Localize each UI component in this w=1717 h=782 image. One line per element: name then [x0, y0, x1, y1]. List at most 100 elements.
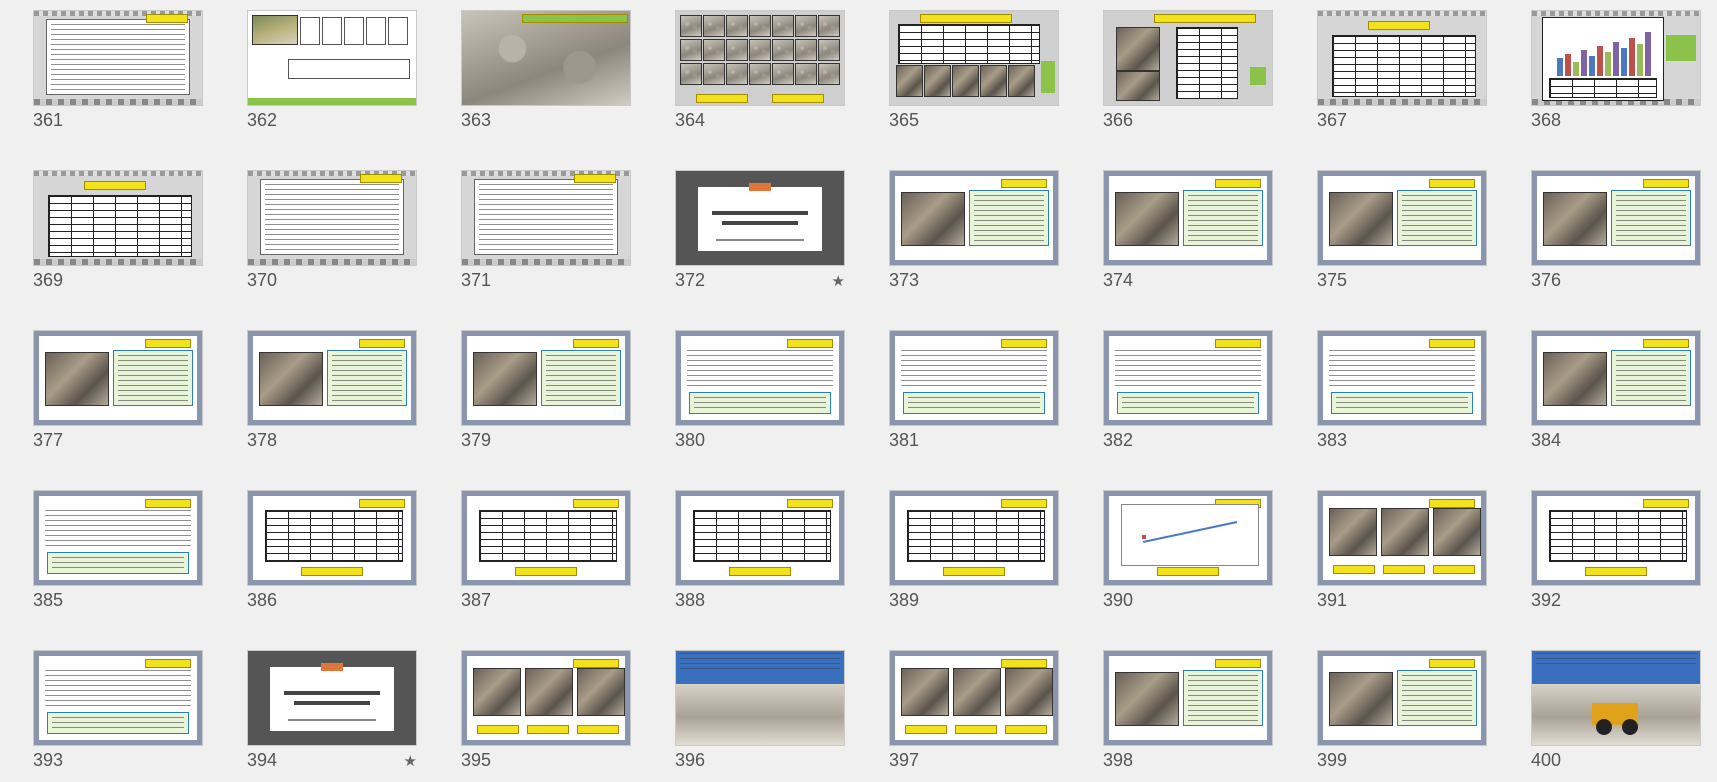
slide-preview[interactable]	[675, 490, 845, 586]
slide-thumbnail-372[interactable]: 372 ★	[675, 170, 847, 302]
slide-preview[interactable]	[1103, 170, 1273, 266]
title-card	[698, 183, 822, 251]
slide-preview[interactable]	[1103, 490, 1273, 586]
slide-preview[interactable]	[33, 650, 203, 746]
bottom-stripes	[1318, 99, 1486, 105]
slide-thumbnail-382[interactable]: 382	[1103, 330, 1275, 462]
slide-preview[interactable]	[1103, 650, 1273, 746]
slide-preview[interactable]	[247, 170, 417, 266]
slide-preview[interactable]	[1317, 650, 1487, 746]
slide-thumbnail-379[interactable]: 379	[461, 330, 633, 462]
slide-thumbnail-370[interactable]: 370	[247, 170, 419, 302]
slide-thumbnail-371[interactable]: 371	[461, 170, 633, 302]
slide-preview[interactable]	[889, 330, 1059, 426]
slide-preview[interactable]	[1103, 330, 1273, 426]
slide-thumbnail-364[interactable]: 364	[675, 10, 847, 142]
slide-thumbnail-384[interactable]: 384	[1531, 330, 1703, 462]
slide-thumbnail-378[interactable]: 378	[247, 330, 419, 462]
slide-thumbnail-369[interactable]: 369	[33, 170, 205, 302]
slide-preview[interactable]	[1317, 10, 1487, 106]
slide-preview[interactable]	[1531, 170, 1701, 266]
slide-body	[1323, 176, 1481, 260]
slide-number: 400	[1531, 750, 1562, 770]
text-box	[46, 19, 190, 95]
slide-preview[interactable]	[33, 170, 203, 266]
slide-thumbnail-394[interactable]: 394 ★	[247, 650, 419, 782]
slide-preview[interactable]	[675, 650, 845, 746]
slide-thumbnail-362[interactable]: 362	[247, 10, 419, 142]
slide-number: 364	[675, 110, 706, 130]
slide-thumbnail-387[interactable]: 387	[461, 490, 633, 622]
slide-preview[interactable]	[1531, 490, 1701, 586]
slide-thumbnail-390[interactable]: 390	[1103, 490, 1275, 622]
slide-preview[interactable]	[889, 170, 1059, 266]
slide-thumbnail-395[interactable]: 395	[461, 650, 633, 782]
slide-thumbnail-398[interactable]: 398	[1103, 650, 1275, 782]
slide-thumbnail-385[interactable]: 385	[33, 490, 205, 622]
slide-thumbnail-373[interactable]: 373	[889, 170, 1061, 302]
slide-thumbnail-380[interactable]: 380	[675, 330, 847, 462]
slide-preview[interactable]	[1531, 330, 1701, 426]
slide-photo	[901, 192, 965, 246]
slide-preview[interactable]	[675, 170, 845, 266]
slide-body	[895, 656, 1053, 740]
slide-thumbnail-374[interactable]: 374	[1103, 170, 1275, 302]
slide-preview[interactable]	[461, 650, 631, 746]
slide-thumbnail-389[interactable]: 389	[889, 490, 1061, 622]
slide-thumbnail-391[interactable]: 391	[1317, 490, 1489, 622]
slide-preview[interactable]	[247, 650, 417, 746]
slide-thumbnail-393[interactable]: 393	[33, 650, 205, 782]
caption-label	[301, 567, 363, 576]
slide-preview[interactable]	[1317, 170, 1487, 266]
slide-thumbnail-388[interactable]: 388	[675, 490, 847, 622]
slide-preview[interactable]	[675, 330, 845, 426]
slide-thumbnail-361[interactable]: 361	[33, 10, 205, 142]
slide-preview[interactable]	[1317, 330, 1487, 426]
slide-preview[interactable]	[33, 330, 203, 426]
slide-preview[interactable]	[33, 490, 203, 586]
slide-thumbnail-396[interactable]: 396	[675, 650, 847, 782]
slide-preview[interactable]	[1317, 490, 1487, 586]
top-stripes	[1318, 11, 1486, 16]
slide-preview[interactable]	[461, 10, 631, 106]
text-box	[1183, 190, 1263, 246]
slide-thumbnail-376[interactable]: 376	[1531, 170, 1703, 302]
slide-thumbnail-375[interactable]: 375	[1317, 170, 1489, 302]
slide-thumbnail-383[interactable]: 383	[1317, 330, 1489, 462]
slide-preview[interactable]	[889, 490, 1059, 586]
slide-thumbnail-377[interactable]: 377	[33, 330, 205, 462]
slide-preview[interactable]	[889, 650, 1059, 746]
slide-preview[interactable]	[461, 490, 631, 586]
slide-preview[interactable]	[247, 330, 417, 426]
slide-preview[interactable]	[1103, 10, 1273, 106]
slide-thumbnail-397[interactable]: 397	[889, 650, 1061, 782]
slide-photo	[901, 668, 949, 716]
chart-bar	[1621, 48, 1627, 76]
slide-preview[interactable]	[675, 10, 845, 106]
slide-preview[interactable]	[1531, 650, 1701, 746]
data-table	[907, 510, 1045, 562]
heading-label	[787, 499, 833, 508]
slide-thumbnail-363[interactable]: 363	[461, 10, 633, 142]
slide-preview[interactable]	[247, 10, 417, 106]
slide-thumbnail-381[interactable]: 381	[889, 330, 1061, 462]
slide-thumbnail-366[interactable]: 366	[1103, 10, 1275, 142]
slide-thumbnail-386[interactable]: 386	[247, 490, 419, 622]
slide-preview[interactable]	[247, 490, 417, 586]
slide-body	[1109, 656, 1267, 740]
slide-preview[interactable]	[889, 10, 1059, 106]
slide-thumbnail-392[interactable]: 392	[1531, 490, 1703, 622]
slide-thumbnail-399[interactable]: 399	[1317, 650, 1489, 782]
slide-thumbnail-400[interactable]: 400	[1531, 650, 1703, 782]
slide-thumbnail-367[interactable]: 367	[1317, 10, 1489, 142]
slide-thumbnail-368[interactable]: 368	[1531, 10, 1703, 142]
heading-label	[1215, 659, 1261, 668]
slide-thumbnail-365[interactable]: 365	[889, 10, 1061, 142]
slide-preview[interactable]	[461, 170, 631, 266]
slide-preview[interactable]	[33, 10, 203, 106]
text-lines	[694, 397, 826, 409]
slide-number: 390	[1103, 590, 1134, 610]
slide-preview[interactable]	[461, 330, 631, 426]
slide-preview[interactable]	[1531, 10, 1701, 106]
text-lines	[479, 184, 613, 250]
